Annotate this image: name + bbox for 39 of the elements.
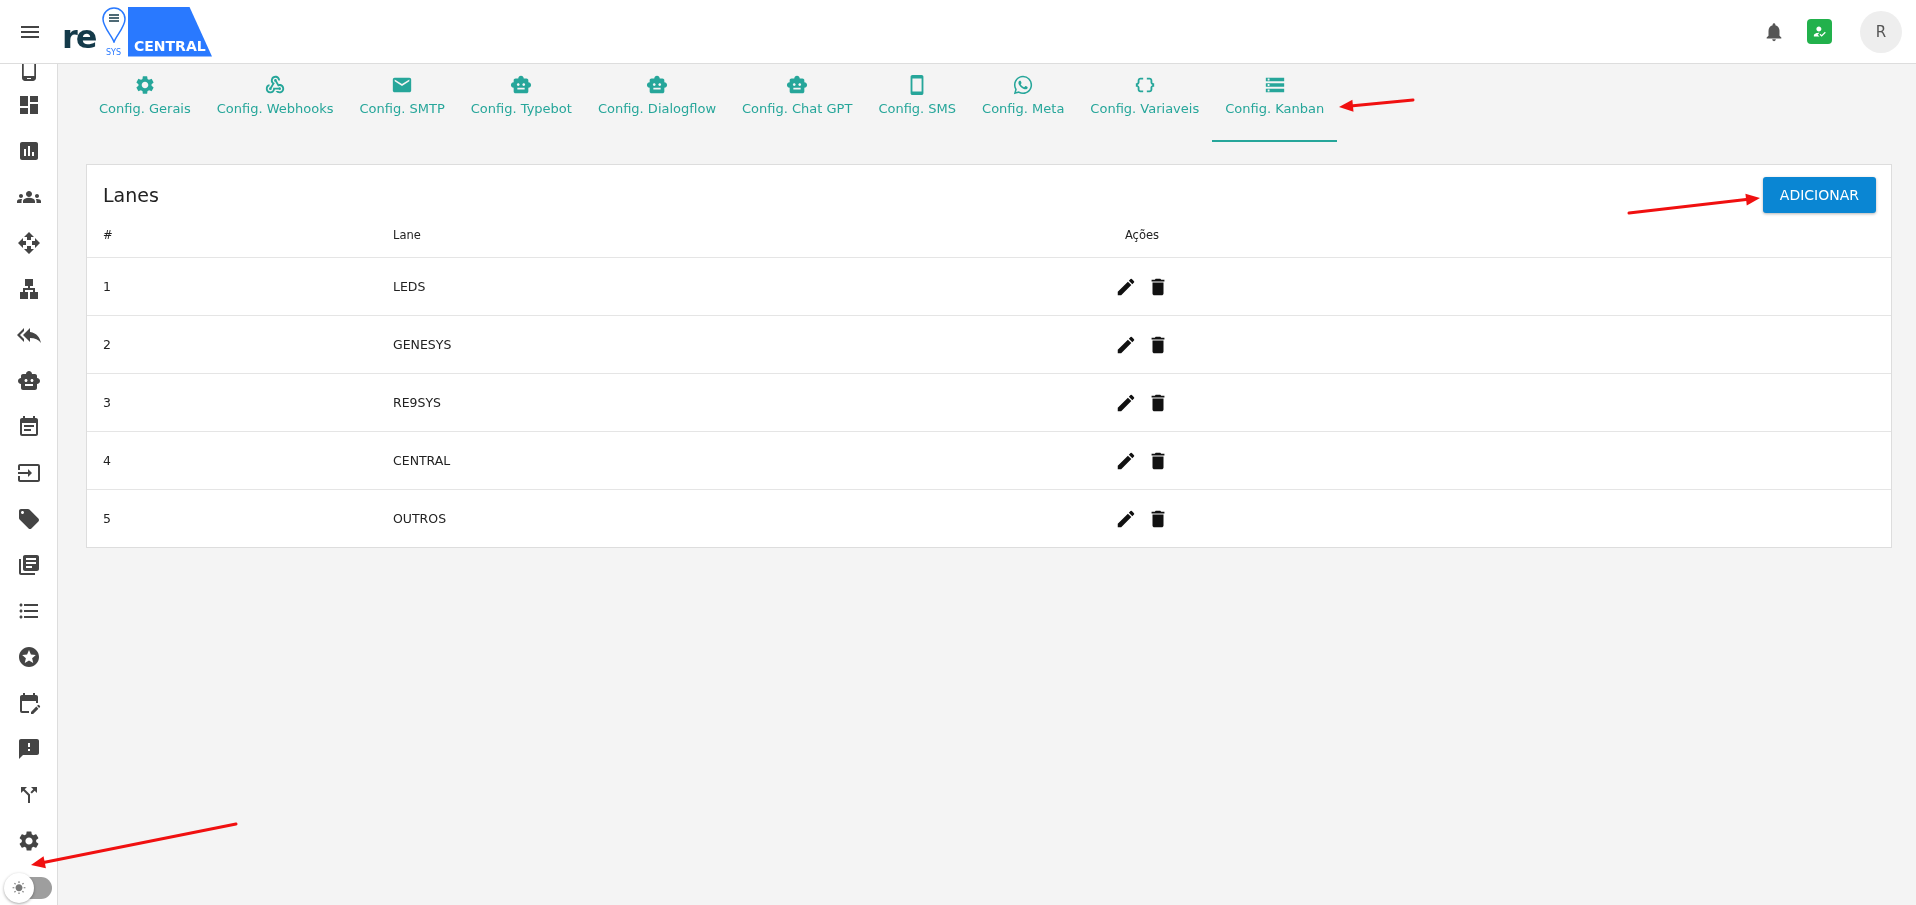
table-cell: RE9SYS bbox=[393, 395, 442, 410]
card-title: Lanes bbox=[103, 184, 159, 206]
logo-subtext: SYS bbox=[106, 48, 122, 57]
pin-icon bbox=[102, 6, 126, 43]
table-cell: OUTROS bbox=[393, 511, 447, 526]
table-cell: 4 bbox=[103, 453, 111, 468]
column-header: Ações bbox=[1124, 228, 1160, 242]
table-cell: 2 bbox=[103, 337, 111, 352]
column-header: Lane bbox=[393, 228, 421, 242]
robot-icon bbox=[645, 74, 668, 96]
add-button[interactable]: ADICIONAR bbox=[1762, 177, 1876, 213]
settings-tab[interactable]: Config. Kanban bbox=[1212, 64, 1338, 142]
settings-icon bbox=[133, 74, 156, 96]
settings-tab[interactable]: Config. Webhooks bbox=[203, 64, 347, 142]
user-check-button[interactable] bbox=[1807, 19, 1832, 44]
logo-badge: CENTRAL bbox=[128, 6, 212, 57]
settings-tab[interactable]: Config. Typebot bbox=[457, 64, 585, 142]
table-cell: LEDS bbox=[393, 279, 426, 294]
table-cell: CENTRAL bbox=[393, 453, 451, 468]
logo-text: re bbox=[62, 20, 96, 53]
table-cell: GENESYS bbox=[393, 337, 452, 352]
table-cell: 5 bbox=[103, 511, 111, 526]
table-cell: 3 bbox=[103, 395, 111, 410]
table-cell: 1 bbox=[103, 279, 111, 294]
settings-tab[interactable]: Config. SMTP bbox=[346, 64, 458, 142]
settings-tab[interactable]: Config. Variaveis bbox=[1077, 64, 1213, 142]
user-check-icon bbox=[1812, 24, 1827, 39]
webhook-icon bbox=[264, 74, 287, 96]
settings-tab[interactable]: Config. Dialogflow bbox=[584, 64, 730, 142]
robot-icon bbox=[510, 74, 533, 96]
column-header: # bbox=[103, 228, 113, 242]
settings-tab[interactable]: Config. Gerais bbox=[86, 64, 204, 142]
chat-bubble-icon bbox=[1012, 74, 1035, 96]
sun-icon bbox=[12, 881, 26, 895]
user-avatar[interactable]: R bbox=[1860, 10, 1902, 53]
robot-icon bbox=[786, 74, 809, 96]
settings-tab[interactable]: Config. SMS bbox=[865, 64, 970, 142]
settings-tab[interactable]: Config. Chat GPT bbox=[729, 64, 866, 142]
settings-tab[interactable]: Config. Meta bbox=[969, 64, 1078, 142]
